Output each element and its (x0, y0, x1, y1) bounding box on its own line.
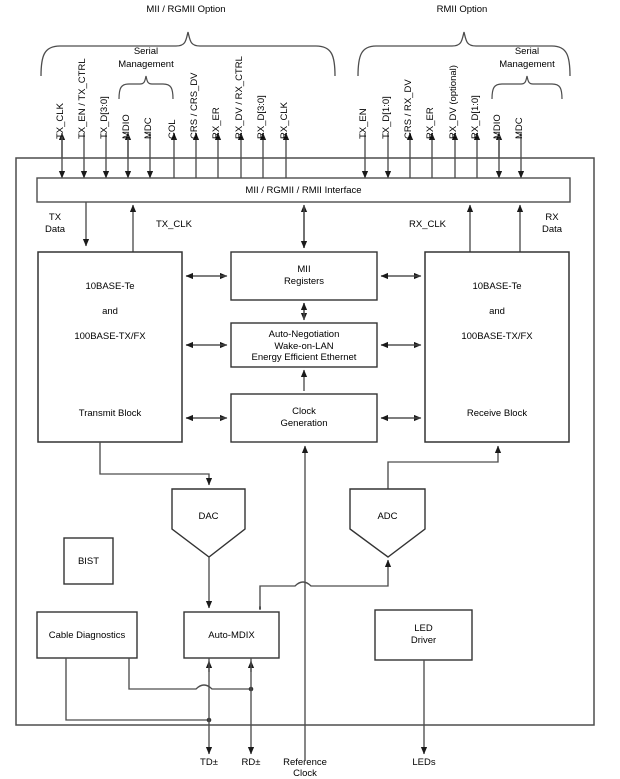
pin-mii-tx-clk: TX_CLK (55, 103, 66, 139)
pin-mii-tx-en-tx-ctrl: TX_EN / TX_CTRL (77, 58, 88, 139)
transmit-block-label: 10BASE-Te and 100BASE-TX/FX (38, 274, 182, 349)
serial-mgmt-rmii-line1: Serial (514, 46, 540, 57)
serial-management-label-mii: Serial Management (101, 45, 191, 71)
cable-diagnostics-label: Cable Diagnostics (48, 630, 126, 641)
led-driver-line2: Driver (410, 635, 437, 646)
clockgen-line1: Clock (292, 406, 316, 417)
pin-rmii-tx-en: TX_EN (358, 108, 369, 139)
receive-line1: 10BASE-Te (472, 281, 522, 292)
serial-mgmt-mii-line2: Management (118, 59, 174, 70)
pin-mii-tx-d-3-0: TX_D[3:0] (99, 96, 110, 139)
transmit-line2: and (102, 306, 118, 317)
brace-serial-management-mii (118, 75, 174, 100)
pin-mii-rx-d-3-0: RX_D[3:0] (256, 95, 267, 139)
rx-data-label: RX Data (531, 212, 573, 236)
pin-mii-mdio: MDIO (121, 114, 132, 139)
mii-registers-label: MII Registers (231, 264, 377, 288)
pin-rmii-rx-dv-optional: RX_DV (optional) (448, 65, 459, 139)
pin-mii-rx-clk: RX_CLK (279, 102, 290, 139)
transmit-line1: 10BASE-Te (85, 281, 135, 292)
led-driver-label: LED Driver (375, 623, 472, 647)
pin-mii-rx-dv-rx-ctrl: RX_DV / RX_CTRL (234, 56, 245, 139)
receive-block-name: Receive Block (466, 408, 528, 419)
diagram-svg (15, 31, 595, 760)
pin-mii-crs-crs-dv: CRS / CRS_DV (189, 72, 200, 139)
auto-mdix-label: Auto-MDIX (208, 630, 255, 641)
block-diagram-canvas: MII / RGMII Option RMII Option Serial Ma… (0, 0, 620, 779)
receive-line3: 100BASE-TX/FX (461, 331, 533, 342)
pin-rmii-rx-d-1-0: RX_D[1:0] (470, 95, 481, 139)
transmit-block-name: Transmit Block (78, 408, 142, 419)
autoneg-line2: Wake-on-LAN (274, 340, 334, 352)
bottom-pin-leds: LEDs (412, 757, 436, 768)
receive-line2: and (489, 306, 505, 317)
mii-registers-line1: MII (297, 264, 311, 275)
autoneg-line1: Auto-Negotiation (268, 329, 340, 340)
clockgen-line2: Generation (280, 418, 328, 429)
group-title-mii: MII / RGMII Option (146, 4, 226, 15)
bottom-pin-reference-clock: Reference Clock (283, 757, 327, 779)
brace-serial-management-rmii (491, 75, 563, 100)
pin-mii-rx-er: RX_ER (211, 107, 222, 139)
pin-mii-col: COL (167, 119, 178, 139)
autoneg-line3: Energy Efficient Ethernet (251, 352, 357, 363)
rx-clk-label: RX_CLK (409, 219, 446, 230)
pin-rmii-tx-d-1-0: TX_D[1:0] (381, 96, 392, 139)
mii-registers-line2: Registers (283, 276, 325, 287)
serial-mgmt-rmii-line2: Management (499, 59, 555, 70)
interface-bar-label: MII / RGMII / RMII Interface (245, 185, 362, 196)
dac-label: DAC (198, 511, 219, 522)
pin-rmii-crs-rx-dv: CRS / RX_DV (403, 79, 414, 139)
serial-management-label-rmii: Serial Management (482, 45, 572, 71)
pin-rmii-mdio: MDIO (492, 114, 503, 139)
led-driver-line1: LED (414, 623, 433, 634)
autoneg-label: Auto-Negotiation Wake-on-LAN Energy Effi… (231, 329, 377, 364)
receive-block-label: 10BASE-Te and 100BASE-TX/FX (425, 274, 569, 349)
pin-rmii-rx-er: RX_ER (425, 107, 436, 139)
bist-label: BIST (77, 556, 100, 567)
rx-data-line1: RX (545, 212, 559, 223)
pin-mii-mdc: MDC (143, 117, 154, 139)
tx-data-label: TX Data (34, 212, 76, 236)
adc-label: ADC (377, 511, 398, 522)
rx-data-line2: Data (541, 224, 563, 235)
pin-rmii-mdc: MDC (514, 117, 525, 139)
tx-data-line1: TX (48, 212, 62, 223)
serial-mgmt-mii-line1: Serial (133, 46, 159, 57)
transmit-line3: 100BASE-TX/FX (74, 331, 146, 342)
group-title-rmii: RMII Option (436, 4, 488, 15)
tx-clk-label: TX_CLK (156, 219, 192, 230)
clock-generation-label: Clock Generation (231, 406, 377, 430)
tx-data-line2: Data (44, 224, 66, 235)
